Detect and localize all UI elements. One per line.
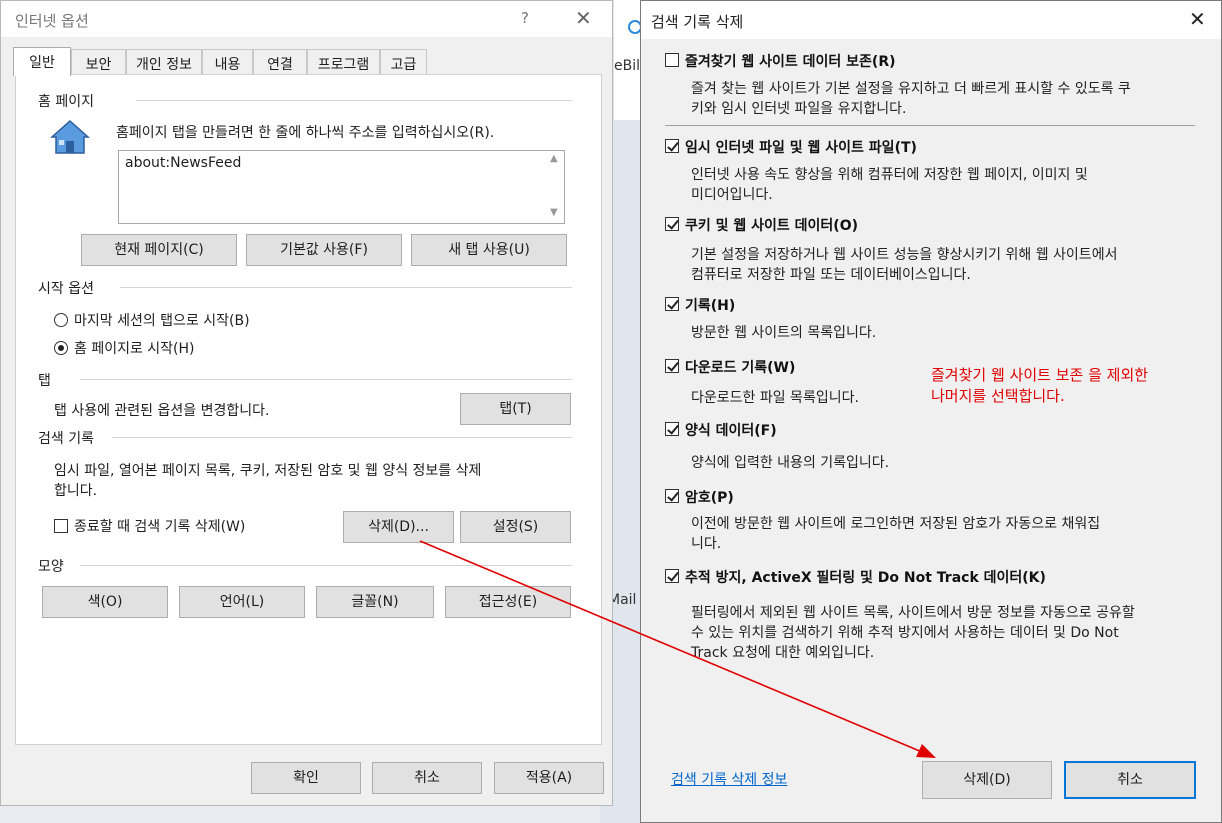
home-page-label: 홈 페이지 <box>38 94 94 110</box>
delete-on-exit-label[interactable]: 종료할 때 검색 기록 삭제(W) <box>74 516 245 536</box>
option-description: 방문한 웹 사이트의 목록입니다. <box>691 325 877 341</box>
tab-security[interactable]: 보안 <box>71 49 126 75</box>
option-description: 이전에 방문한 웹 사이트에 로그인하면 저장된 암호가 자동으로 채워집 <box>691 516 1101 532</box>
option-description: 즐겨 찾는 웹 사이트가 기본 설정을 유지하고 더 빠르게 표시할 수 있도록… <box>691 81 1131 97</box>
cookies-checkbox[interactable] <box>665 217 679 231</box>
scrollbar[interactable]: ▲ ▼ <box>547 151 564 223</box>
delete-on-exit-checkbox[interactable] <box>54 519 68 533</box>
form-data-checkbox[interactable] <box>665 422 679 436</box>
home-icon <box>50 119 90 154</box>
tab-programs[interactable]: 프로그램 <box>307 49 380 75</box>
startup-label: 시작 옵션 <box>38 281 94 297</box>
option-label[interactable]: 즐겨찾기 웹 사이트 데이터 보존(R) <box>685 51 896 71</box>
startup-home-page-radio[interactable] <box>54 341 68 355</box>
option-label[interactable]: 양식 데이터(F) <box>685 420 777 440</box>
home-page-instruction: 홈페이지 탭을 만들려면 한 줄에 하나씩 주소를 입력하십시오(R). <box>116 125 495 141</box>
tracking-protection-checkbox[interactable] <box>665 569 679 583</box>
confirm-delete-button[interactable]: 삭제(D) <box>922 761 1052 799</box>
cancel-button[interactable]: 취소 <box>1064 761 1196 799</box>
annotation-line: 나머지를 선택합니다. <box>931 387 1065 405</box>
ok-button[interactable]: 확인 <box>251 762 361 794</box>
option-label[interactable]: 추적 방지, ActiveX 필터링 및 Do Not Track 데이터(K) <box>685 567 1046 587</box>
option-description: 미디어입니다. <box>691 187 773 203</box>
title-bar: 인터넷 옵션 ? ✕ <box>1 1 612 37</box>
home-page-textarea[interactable]: about:NewsFeed ▲ ▼ <box>118 150 565 224</box>
option-description: 양식에 입력한 내용의 기록입니다. <box>691 455 890 471</box>
option-description: 다운로드한 파일 목록입니다. <box>691 390 859 406</box>
option-description: 컴퓨터로 저장한 파일 또는 데이터베이스입니다. <box>691 267 971 283</box>
option-label[interactable]: 다운로드 기록(W) <box>685 357 795 377</box>
tab-privacy[interactable]: 개인 정보 <box>126 49 202 75</box>
title-bar: 검색 기록 삭제 ✕ <box>641 1 1221 39</box>
help-icon[interactable]: ? <box>521 9 529 27</box>
scroll-up-icon[interactable]: ▲ <box>550 153 558 164</box>
tabs-settings-button[interactable]: 탭(T) <box>460 393 571 425</box>
home-page-value: about:NewsFeed <box>125 155 242 171</box>
tab-content[interactable]: 내용 <box>202 49 253 75</box>
tabs-section-label: 탭 <box>38 373 51 389</box>
temp-files-checkbox[interactable] <box>665 139 679 153</box>
option-label[interactable]: 임시 인터넷 파일 및 웹 사이트 파일(T) <box>685 137 917 157</box>
option-description: 키와 임시 인터넷 파일을 유지합니다. <box>691 101 907 117</box>
startup-home-page-label[interactable]: 홈 페이지로 시작(H) <box>74 338 195 358</box>
tab-general[interactable]: 일반 <box>13 47 71 76</box>
delete-history-dialog: 검색 기록 삭제 ✕ 즐겨찾기 웹 사이트 데이터 보존(R) 즐겨 찾는 웹 … <box>640 0 1222 823</box>
use-new-tab-button[interactable]: 새 탭 사용(U) <box>411 234 567 266</box>
history-settings-button[interactable]: 설정(S) <box>460 511 571 543</box>
startup-last-session-label[interactable]: 마지막 세션의 탭으로 시작(B) <box>74 310 250 330</box>
download-history-checkbox[interactable] <box>665 359 679 373</box>
fonts-button[interactable]: 글꼴(N) <box>316 586 434 618</box>
annotation-line: 즐겨찾기 웹 사이트 보존 을 제외한 <box>931 366 1149 384</box>
apply-button[interactable]: 적용(A) <box>494 762 604 794</box>
general-tab-panel: 홈 페이지 홈페이지 탭을 만들려면 한 줄에 하나씩 주소를 입력하십시오(R… <box>15 74 602 745</box>
tab-advanced[interactable]: 고급 <box>380 49 427 75</box>
startup-last-session-radio[interactable] <box>54 313 68 327</box>
option-description: Track 요청에 대한 예외입니다. <box>691 645 875 661</box>
tabs-description: 탭 사용에 관련된 옵션을 변경합니다. <box>54 403 270 419</box>
tab-connections[interactable]: 연결 <box>253 49 307 75</box>
cancel-button[interactable]: 취소 <box>372 762 482 794</box>
internet-options-dialog: 인터넷 옵션 ? ✕ 일반 보안 개인 정보 내용 연결 프로그램 고급 홈 페… <box>0 0 613 806</box>
option-description: 필터링에서 제외된 웹 사이트 목록, 사이트에서 방문 정보를 자동으로 공유… <box>691 605 1135 621</box>
use-current-button[interactable]: 현재 페이지(C) <box>81 234 237 266</box>
divider <box>80 379 572 380</box>
history-checkbox[interactable] <box>665 297 679 311</box>
preserve-favorites-checkbox[interactable] <box>665 53 679 67</box>
accessibility-button[interactable]: 접근성(E) <box>445 586 571 618</box>
divider <box>136 100 572 101</box>
languages-button[interactable]: 언어(L) <box>179 586 305 618</box>
close-icon[interactable]: ✕ <box>575 6 592 30</box>
option-description: 인터넷 사용 속도 향상을 위해 컴퓨터에 저장한 웹 페이지, 이미지 및 <box>691 167 1088 183</box>
option-description: 니다. <box>691 536 722 552</box>
history-label: 검색 기록 <box>38 431 94 447</box>
colors-button[interactable]: 색(O) <box>42 586 168 618</box>
option-label[interactable]: 암호(P) <box>685 487 734 507</box>
divider <box>665 125 1195 126</box>
history-description: 임시 파일, 열어본 페이지 목록, 쿠키, 저장된 암호 및 웹 양식 정보를… <box>54 463 482 479</box>
history-description-cont: 합니다. <box>54 483 98 499</box>
option-label[interactable]: 쿠키 및 웹 사이트 데이터(O) <box>685 215 858 235</box>
use-default-button[interactable]: 기본값 사용(F) <box>246 234 402 266</box>
about-delete-history-link[interactable]: 검색 기록 삭제 정보 <box>671 769 787 789</box>
option-label[interactable]: 기록(H) <box>685 295 735 315</box>
close-icon[interactable]: ✕ <box>1189 7 1206 31</box>
option-description: 기본 설정을 저장하거나 웹 사이트 성능을 향상시키기 위해 웹 사이트에서 <box>691 247 1118 263</box>
annotation-note: 즐겨찾기 웹 사이트 보존 을 제외한 나머지를 선택합니다. <box>931 365 1201 407</box>
divider <box>80 565 572 566</box>
passwords-checkbox[interactable] <box>665 489 679 503</box>
divider <box>120 287 572 288</box>
dialog-title: 검색 기록 삭제 <box>651 13 744 31</box>
delete-history-button[interactable]: 삭제(D)... <box>343 511 454 543</box>
dialog-title: 인터넷 옵션 <box>15 12 89 30</box>
option-description: 수 있는 위치를 검색하기 위해 추적 방지에서 사용하는 데이터 및 Do N… <box>691 625 1119 641</box>
divider <box>112 437 572 438</box>
appearance-label: 모양 <box>38 559 64 575</box>
scroll-down-icon[interactable]: ▼ <box>550 207 558 218</box>
